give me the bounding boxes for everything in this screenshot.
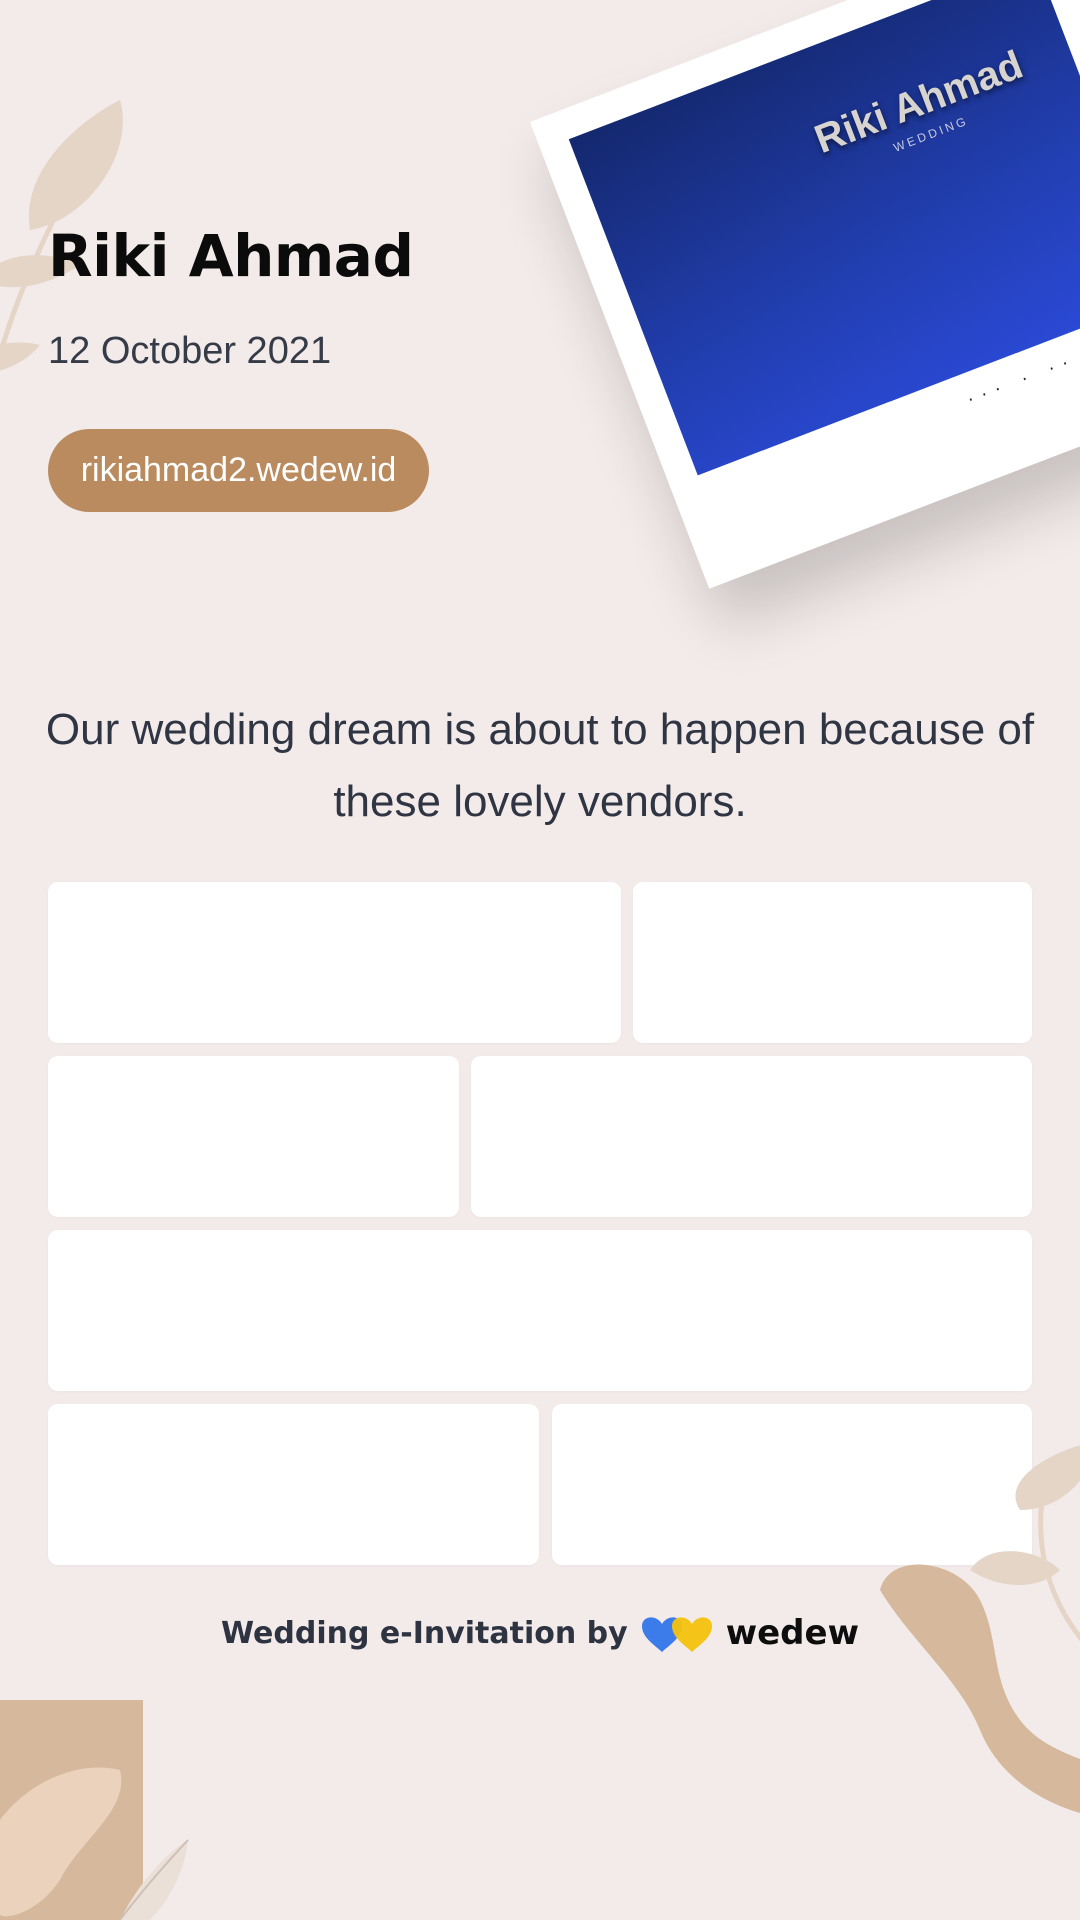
vendor-card[interactable] bbox=[552, 1404, 1032, 1565]
vendor-card[interactable] bbox=[48, 1056, 459, 1217]
invitation-page: Riki Ahmad 12 October 2021 rikiahmad2.we… bbox=[0, 0, 1080, 1920]
footer-text: Wedding e-Invitation by bbox=[221, 1615, 628, 1651]
vendor-card[interactable] bbox=[48, 1404, 539, 1565]
brand-name[interactable]: wedew bbox=[726, 1613, 859, 1653]
couple-name: Riki Ahmad bbox=[48, 222, 414, 290]
vendor-card[interactable] bbox=[48, 1230, 1032, 1391]
leaf-decoration-icon bbox=[0, 1700, 189, 1920]
vendor-card[interactable] bbox=[633, 882, 1032, 1043]
vendor-card[interactable] bbox=[471, 1056, 1032, 1217]
vendors-tagline: Our wedding dream is about to happen bec… bbox=[45, 705, 1035, 826]
vendor-card[interactable] bbox=[48, 882, 621, 1043]
invitation-url-button[interactable]: rikiahmad2.wedew.id bbox=[48, 429, 429, 512]
event-date: 12 October 2021 bbox=[48, 330, 332, 372]
cover-photo: Riki Ahmad WEDDING bbox=[568, 0, 1080, 476]
wedew-logo-icon bbox=[641, 1617, 712, 1652]
cover-photo-frame: Riki Ahmad WEDDING ··· · ·· · bbox=[530, 0, 1080, 589]
footer-branding: Wedding e-Invitation by wedew bbox=[0, 1612, 1080, 1654]
